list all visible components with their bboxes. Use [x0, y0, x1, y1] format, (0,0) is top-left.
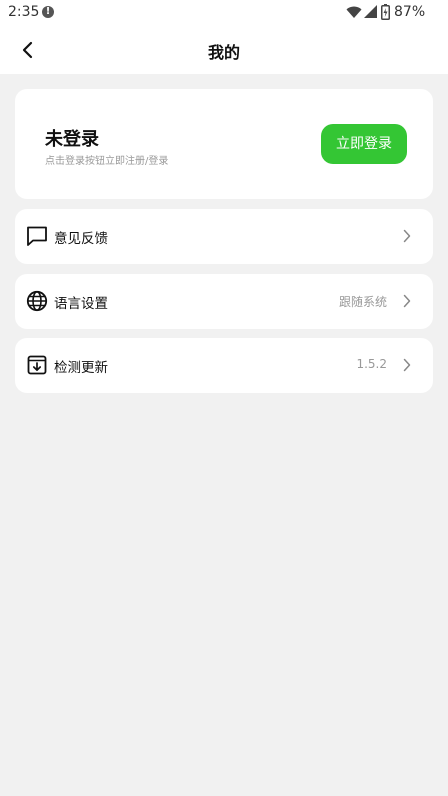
chevron-right-icon — [403, 229, 411, 243]
login-card: 未登录 点击登录按钮立即注册/登录 立即登录 — [15, 89, 433, 199]
menu-item-check-update[interactable]: 检测更新 1.5.2 — [15, 338, 433, 393]
page-title: 我的 — [207, 43, 240, 62]
chevron-right-icon — [403, 294, 411, 308]
chevron-right-icon — [403, 358, 411, 372]
menu-item-label: 检测更新 — [54, 360, 108, 376]
status-bar: 2:35 ! 87% — [0, 0, 448, 26]
app-version: 1.5.2 — [356, 357, 387, 371]
header: 我的 — [0, 26, 448, 74]
menu-item-language[interactable]: 语言设置 跟随系统 — [15, 274, 433, 329]
login-button[interactable]: 立即登录 — [321, 124, 407, 164]
globe-icon — [26, 290, 48, 312]
status-time: 2:35 — [8, 4, 40, 20]
menu-item-value: 跟随系统 — [338, 295, 387, 309]
menu-item-label: 语言设置 — [54, 296, 108, 312]
wifi-icon — [346, 6, 362, 18]
alert-circle-icon: ! — [42, 6, 54, 18]
login-hint: 点击登录按钮立即注册/登录 — [45, 156, 169, 167]
battery-percent: 87% — [394, 4, 426, 20]
download-box-icon — [27, 355, 47, 375]
menu-item-feedback[interactable]: 意见反馈 — [15, 209, 433, 264]
signal-icon — [364, 5, 377, 18]
login-status-title: 未登录 — [45, 129, 99, 150]
menu-item-label: 意见反馈 — [54, 231, 108, 247]
chat-bubble-icon — [27, 226, 47, 246]
battery-icon — [381, 4, 390, 20]
